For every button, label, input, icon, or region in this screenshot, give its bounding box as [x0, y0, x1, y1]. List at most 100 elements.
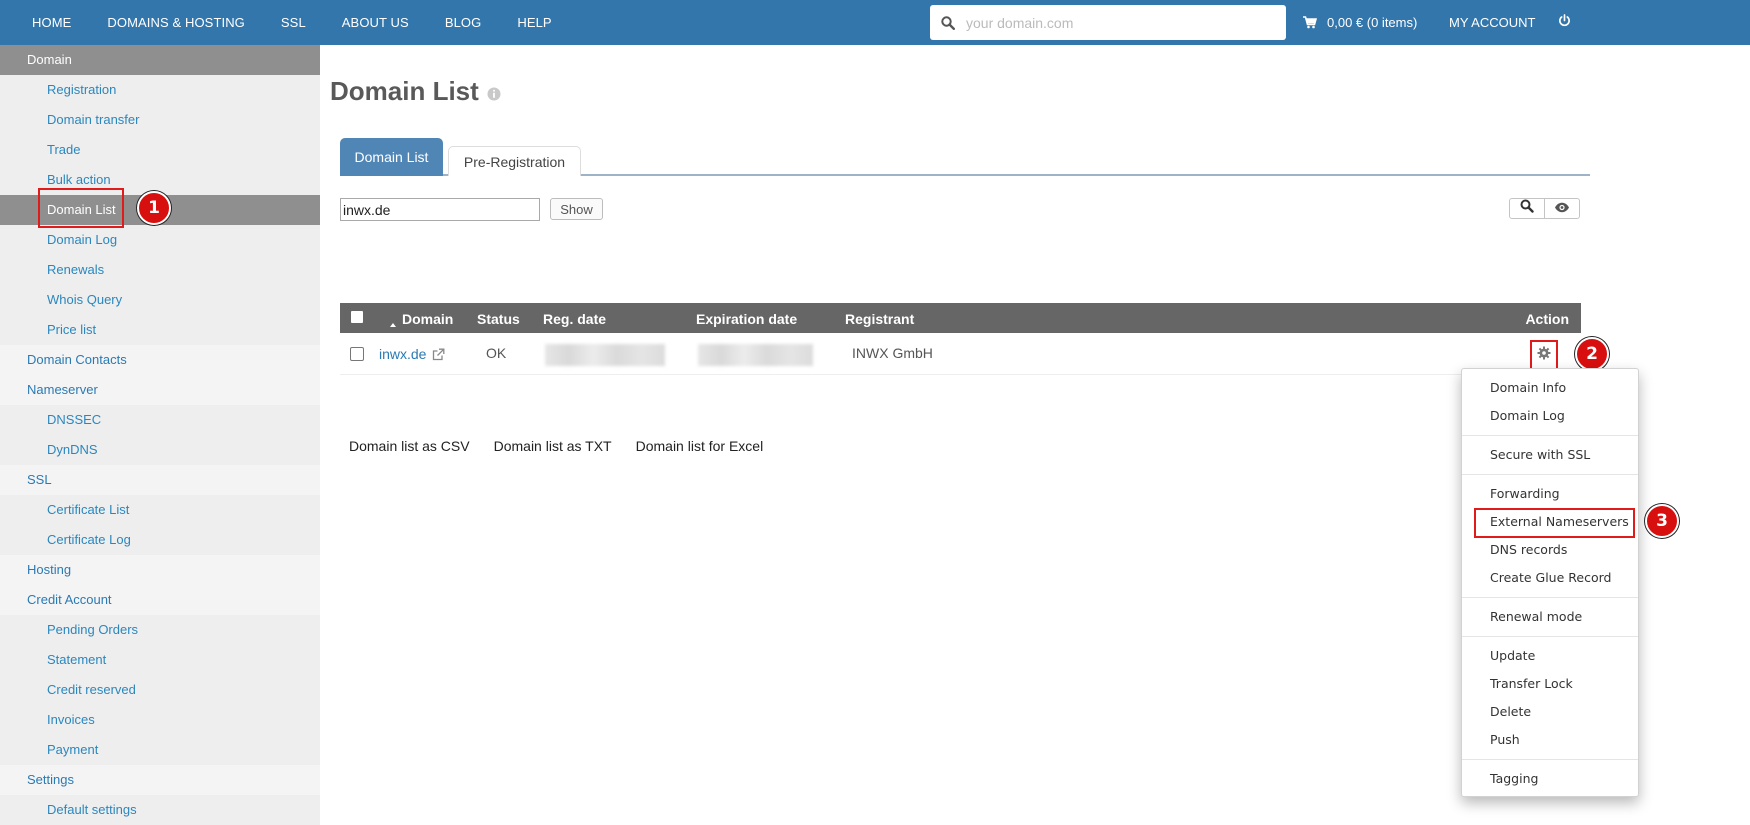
- column-visibility-button[interactable]: [1545, 199, 1579, 218]
- cart-button[interactable]: 0,00 € (0 items): [1303, 0, 1417, 45]
- sidebar-item-renewals[interactable]: Renewals: [0, 255, 320, 285]
- advanced-search-button[interactable]: [1510, 199, 1545, 218]
- menu-item-transfer-lock[interactable]: Transfer Lock: [1462, 670, 1638, 698]
- top-navbar: HOME DOMAINS & HOSTING SSL ABOUT US BLOG…: [0, 0, 1750, 45]
- menu-divider: [1462, 636, 1638, 637]
- sidebar-item-label: Bulk action: [47, 172, 111, 187]
- sidebar-item-label: Renewals: [47, 262, 105, 277]
- menu-item-push[interactable]: Push: [1462, 726, 1638, 754]
- column-header-action: Action: [1525, 311, 1569, 327]
- nav-blog[interactable]: BLOG: [427, 0, 500, 45]
- sidebar-item-nameserver[interactable]: Nameserver: [0, 375, 320, 405]
- sidebar-item-credit-reserved[interactable]: Credit reserved: [0, 675, 320, 705]
- reg-date-redacted: [545, 344, 665, 366]
- nav-about-us[interactable]: ABOUT US: [324, 0, 427, 45]
- sidebar-item-ssl[interactable]: SSL: [0, 465, 320, 495]
- menu-item-dns-records[interactable]: DNS records: [1462, 536, 1638, 564]
- nav-home[interactable]: HOME: [14, 0, 89, 45]
- sidebar-item-hosting[interactable]: Hosting: [0, 555, 320, 585]
- sidebar-item-label: Nameserver: [27, 382, 98, 397]
- sidebar-item-label: Credit reserved: [47, 682, 136, 697]
- menu-item-forwarding[interactable]: Forwarding: [1462, 480, 1638, 508]
- column-header-expiration-date[interactable]: Expiration date: [696, 303, 797, 336]
- tab-domain-list[interactable]: Domain List: [340, 138, 443, 176]
- highlight-box-step-3: [1474, 508, 1635, 538]
- sidebar-item-domain-log[interactable]: Domain Log: [0, 225, 320, 255]
- sidebar-item-whois-query[interactable]: Whois Query: [0, 285, 320, 315]
- highlight-box-step-1: [38, 188, 124, 228]
- menu-divider: [1462, 759, 1638, 760]
- search-icon: [1520, 199, 1534, 218]
- sidebar-item-default-settings[interactable]: Default settings: [0, 795, 320, 825]
- domain-search: [930, 5, 1286, 40]
- row-checkbox[interactable]: [350, 347, 364, 361]
- column-header-domain[interactable]: Domain: [402, 303, 453, 336]
- sidebar-item-domain-transfer[interactable]: Domain transfer: [0, 105, 320, 135]
- menu-item-secure-with-ssl[interactable]: Secure with SSL: [1462, 441, 1638, 469]
- sidebar-item-invoices[interactable]: Invoices: [0, 705, 320, 735]
- menu-item-renewal-mode[interactable]: Renewal mode: [1462, 603, 1638, 631]
- sidebar-item-settings[interactable]: Settings: [0, 765, 320, 795]
- sidebar-item-dyndns[interactable]: DynDNS: [0, 435, 320, 465]
- tab-pre-registration[interactable]: Pre-Registration: [448, 146, 581, 176]
- action-gear-button[interactable]: [1530, 340, 1558, 370]
- sidebar-item-label: Trade: [47, 142, 81, 157]
- main-nav: HOME DOMAINS & HOSTING SSL ABOUT US BLOG…: [14, 0, 570, 45]
- expiration-date-redacted: [698, 344, 813, 366]
- column-header-registrant[interactable]: Registrant: [845, 303, 914, 336]
- sidebar-item-payment[interactable]: Payment: [0, 735, 320, 765]
- nav-help[interactable]: HELP: [499, 0, 569, 45]
- sidebar-item-domain-contacts[interactable]: Domain Contacts: [0, 345, 320, 375]
- menu-item-tagging[interactable]: Tagging: [1462, 765, 1638, 793]
- sidebar-item-pending-orders[interactable]: Pending Orders: [0, 615, 320, 645]
- step-badge-1: 1: [137, 191, 171, 225]
- show-button[interactable]: Show: [550, 198, 603, 220]
- menu-item-domain-log[interactable]: Domain Log: [1462, 402, 1638, 430]
- info-icon[interactable]: [487, 87, 501, 101]
- sidebar-item-label: SSL: [27, 472, 52, 487]
- my-account-link[interactable]: MY ACCOUNT: [1449, 0, 1535, 45]
- sidebar-item-credit-account[interactable]: Credit Account: [0, 585, 320, 615]
- cart-total: 0,00 € (0 items): [1327, 15, 1418, 30]
- sidebar-item-statement[interactable]: Statement: [0, 645, 320, 675]
- export-csv-link[interactable]: Domain list as CSV: [349, 438, 470, 454]
- sidebar-item-label: Credit Account: [27, 592, 112, 607]
- sidebar-item-label: Domain Log: [47, 232, 118, 247]
- select-all-checkbox[interactable]: [351, 311, 363, 323]
- menu-item-delete[interactable]: Delete: [1462, 698, 1638, 726]
- domain-filter-input[interactable]: [340, 198, 540, 221]
- export-excel-link[interactable]: Domain list for Excel: [636, 438, 764, 454]
- sidebar-item-dnssec[interactable]: DNSSEC: [0, 405, 320, 435]
- nav-ssl[interactable]: SSL: [263, 0, 324, 45]
- sidebar-item-trade[interactable]: Trade: [0, 135, 320, 165]
- step-badge-3: 3: [1645, 504, 1679, 538]
- sidebar-item-label: Hosting: [27, 562, 72, 577]
- tab-bar: Domain List Pre-Registration: [340, 138, 1590, 176]
- sidebar-item-registration[interactable]: Registration: [0, 75, 320, 105]
- sidebar-item-label: Registration: [47, 82, 117, 97]
- logout-button[interactable]: [1558, 0, 1571, 45]
- sidebar-item-certificate-list[interactable]: Certificate List: [0, 495, 320, 525]
- nav-domains-hosting[interactable]: DOMAINS & HOSTING: [89, 0, 263, 45]
- search-icon[interactable]: [930, 5, 966, 40]
- menu-item-update[interactable]: Update: [1462, 642, 1638, 670]
- status-value: OK: [486, 345, 507, 361]
- column-header-status[interactable]: Status: [477, 303, 520, 336]
- sidebar-item-price-list[interactable]: Price list: [0, 315, 320, 345]
- gear-icon: [1537, 346, 1551, 365]
- domain-link[interactable]: inwx.de: [379, 346, 445, 362]
- sidebar-item-label: Certificate Log: [47, 532, 131, 547]
- menu-divider: [1462, 474, 1638, 475]
- sidebar-item-domain[interactable]: Domain: [0, 45, 320, 75]
- domain-search-input[interactable]: [966, 6, 1286, 39]
- eye-icon: [1554, 200, 1570, 218]
- sidebar-item-certificate-log[interactable]: Certificate Log: [0, 525, 320, 555]
- menu-item-domain-info[interactable]: Domain Info: [1462, 374, 1638, 402]
- domain-name: inwx.de: [379, 346, 427, 362]
- column-header-reg-date[interactable]: Reg. date: [543, 303, 606, 336]
- menu-item-external-nameservers[interactable]: External Nameservers: [1462, 508, 1638, 538]
- menu-item-create-glue-record[interactable]: Create Glue Record: [1462, 564, 1638, 592]
- sidebar-item-label: Invoices: [47, 712, 95, 727]
- domain-table-header: Domain Status Reg. date Expiration date …: [340, 303, 1581, 333]
- export-txt-link[interactable]: Domain list as TXT: [494, 438, 612, 454]
